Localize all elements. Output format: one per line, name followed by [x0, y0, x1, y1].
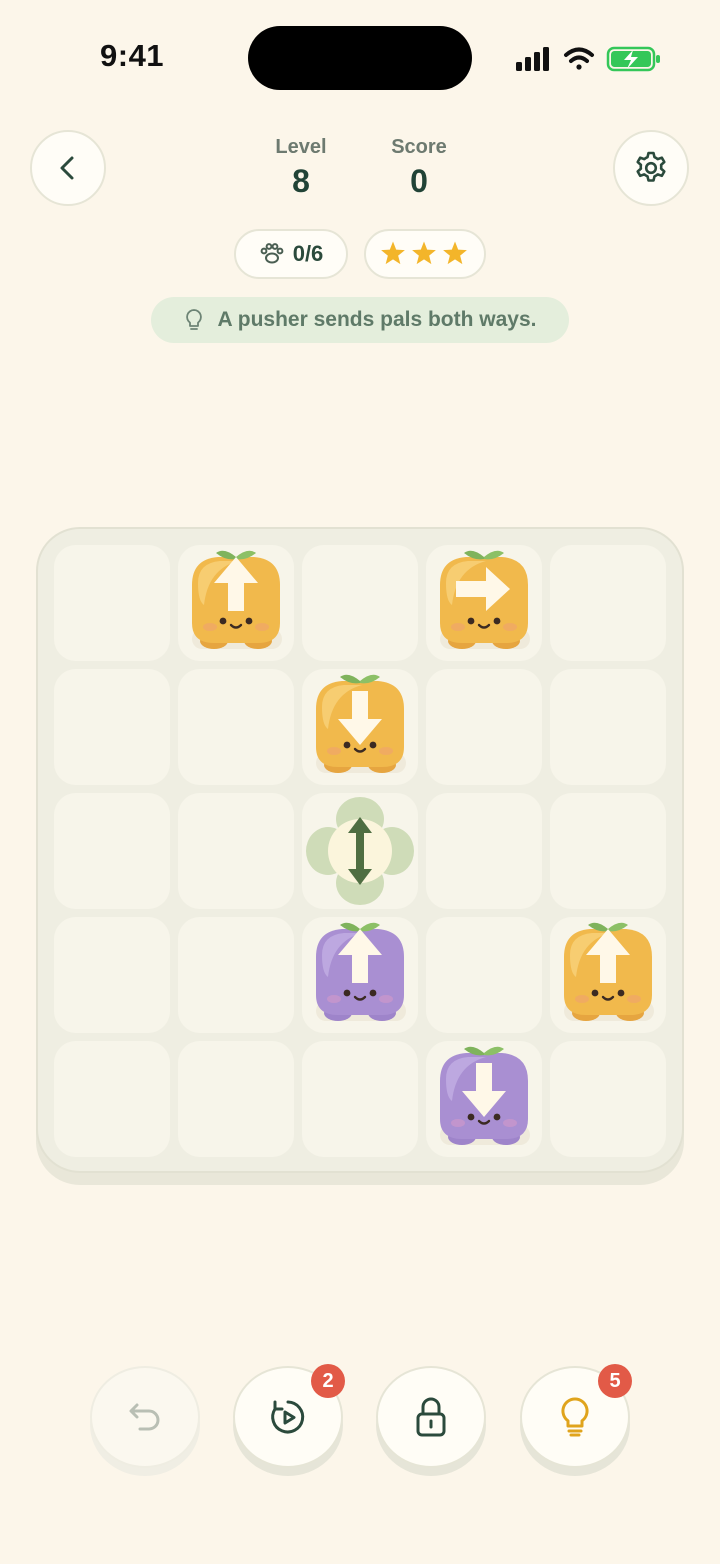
pals-counter: 0/6	[292, 241, 324, 266]
lightbulb-icon	[561, 1397, 589, 1437]
board-cell[interactable]	[302, 1041, 418, 1157]
orange-pal-up[interactable]	[178, 545, 294, 661]
status-icons	[516, 46, 660, 72]
board-cell[interactable]	[550, 793, 666, 909]
board-cell[interactable]	[178, 793, 294, 909]
board-cell[interactable]	[426, 669, 542, 785]
board-cell[interactable]	[178, 669, 294, 785]
dynamic-island	[248, 26, 472, 90]
board-cell[interactable]	[550, 669, 666, 785]
hint-count-badge: 5	[598, 1364, 632, 1398]
orange-pal-right[interactable]	[426, 545, 542, 661]
hint-button[interactable]: 5	[520, 1364, 632, 1476]
board-cell[interactable]	[54, 793, 170, 909]
board-cell[interactable]	[54, 917, 170, 1033]
board-cell[interactable]	[178, 917, 294, 1033]
lightbulb-icon	[185, 309, 202, 330]
star-icon	[443, 241, 467, 265]
board-cell[interactable]	[550, 545, 666, 661]
undo-icon	[129, 1403, 160, 1431]
rewind-button[interactable]: 2	[233, 1364, 345, 1476]
lock-icon	[416, 1397, 446, 1437]
board-cell[interactable]	[550, 1041, 666, 1157]
hint-text: A pusher sends pals both ways.	[217, 308, 537, 331]
score-value: 0	[410, 163, 428, 199]
star-icon	[381, 241, 405, 265]
undo-button[interactable]	[90, 1366, 200, 1476]
level-display: Level 8	[256, 136, 346, 200]
board-cell[interactable]	[54, 1041, 170, 1157]
stars-rating	[381, 241, 467, 265]
back-button[interactable]	[30, 130, 106, 206]
wifi-icon	[564, 47, 594, 70]
board-cell[interactable]	[54, 545, 170, 661]
board-cell[interactable]	[54, 669, 170, 785]
orange-pal-up[interactable]	[550, 917, 666, 1033]
chevron-left-icon	[60, 156, 74, 180]
purple-pal-up[interactable]	[302, 917, 418, 1033]
lock-button[interactable]	[376, 1366, 486, 1476]
battery-icon	[606, 46, 660, 72]
level-label: Level	[275, 136, 327, 158]
board-cell[interactable]	[302, 545, 418, 661]
gear-icon	[636, 151, 666, 182]
settings-button[interactable]	[613, 130, 689, 206]
orange-pal-down[interactable]	[302, 669, 418, 785]
rewind-icon	[271, 1400, 305, 1434]
pusher-tile[interactable]	[302, 793, 418, 909]
purple-pal-down[interactable]	[426, 1041, 542, 1157]
board-cell[interactable]	[426, 917, 542, 1033]
paw-icon	[260, 243, 284, 264]
status-time: 9:41	[100, 38, 165, 73]
stars-pill	[364, 229, 486, 279]
signal-icon	[516, 47, 549, 71]
board-cell[interactable]	[426, 793, 542, 909]
hint-banner: A pusher sends pals both ways.	[151, 297, 569, 343]
level-value: 8	[292, 163, 310, 199]
rewind-count-badge: 2	[311, 1364, 345, 1398]
score-label: Score	[391, 136, 447, 158]
score-display: Score 0	[374, 136, 464, 200]
board-cell[interactable]	[178, 1041, 294, 1157]
game-board	[36, 527, 684, 1173]
star-icon	[412, 241, 436, 265]
pals-counter-pill: 0/6	[234, 229, 348, 279]
